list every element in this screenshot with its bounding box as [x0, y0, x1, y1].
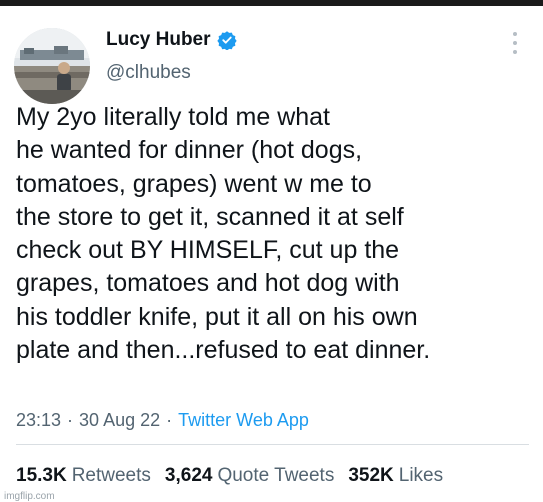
- tweet-meta: 23:13 · 30 Aug 22 · Twitter Web App: [16, 410, 309, 431]
- watermark: imgflip.com: [4, 491, 55, 502]
- quote-tweets-count: 3,624: [164, 465, 213, 486]
- retweets-count: 15.3K: [16, 465, 67, 486]
- likes-count: 352K: [348, 465, 394, 486]
- tweet-date[interactable]: 30 Aug 22: [79, 410, 160, 431]
- tweet-card: Lucy Huber @clhubes My 2yo literally tol…: [0, 6, 543, 502]
- likes-stat[interactable]: 352K Likes: [348, 465, 443, 487]
- likes-label: Likes: [398, 465, 444, 486]
- avatar[interactable]: [14, 28, 90, 104]
- quote-tweets-stat[interactable]: 3,624 Quote Tweets: [165, 465, 334, 487]
- tweet-source-link[interactable]: Twitter Web App: [178, 410, 309, 431]
- divider: [16, 444, 529, 445]
- avatar-photo: [14, 28, 90, 104]
- more-options-icon[interactable]: [510, 32, 520, 54]
- tweet-time[interactable]: 23:13: [16, 410, 61, 431]
- retweets-label: Retweets: [71, 465, 151, 486]
- quote-tweets-label: Quote Tweets: [217, 465, 335, 486]
- retweets-stat[interactable]: 15.3K Retweets: [16, 465, 151, 487]
- display-name[interactable]: Lucy Huber: [106, 29, 211, 51]
- meta-separator: ·: [166, 410, 173, 430]
- author-handle[interactable]: @clhubes: [106, 62, 191, 84]
- meta-separator: ·: [67, 410, 74, 430]
- tweet-text: My 2yo literally told me what he wanted …: [16, 103, 431, 365]
- author-name-row[interactable]: Lucy Huber: [106, 28, 237, 52]
- verified-badge-icon: [216, 31, 237, 50]
- engagement-stats: 15.3K Retweets 3,624 Quote Tweets 352K L…: [16, 465, 457, 487]
